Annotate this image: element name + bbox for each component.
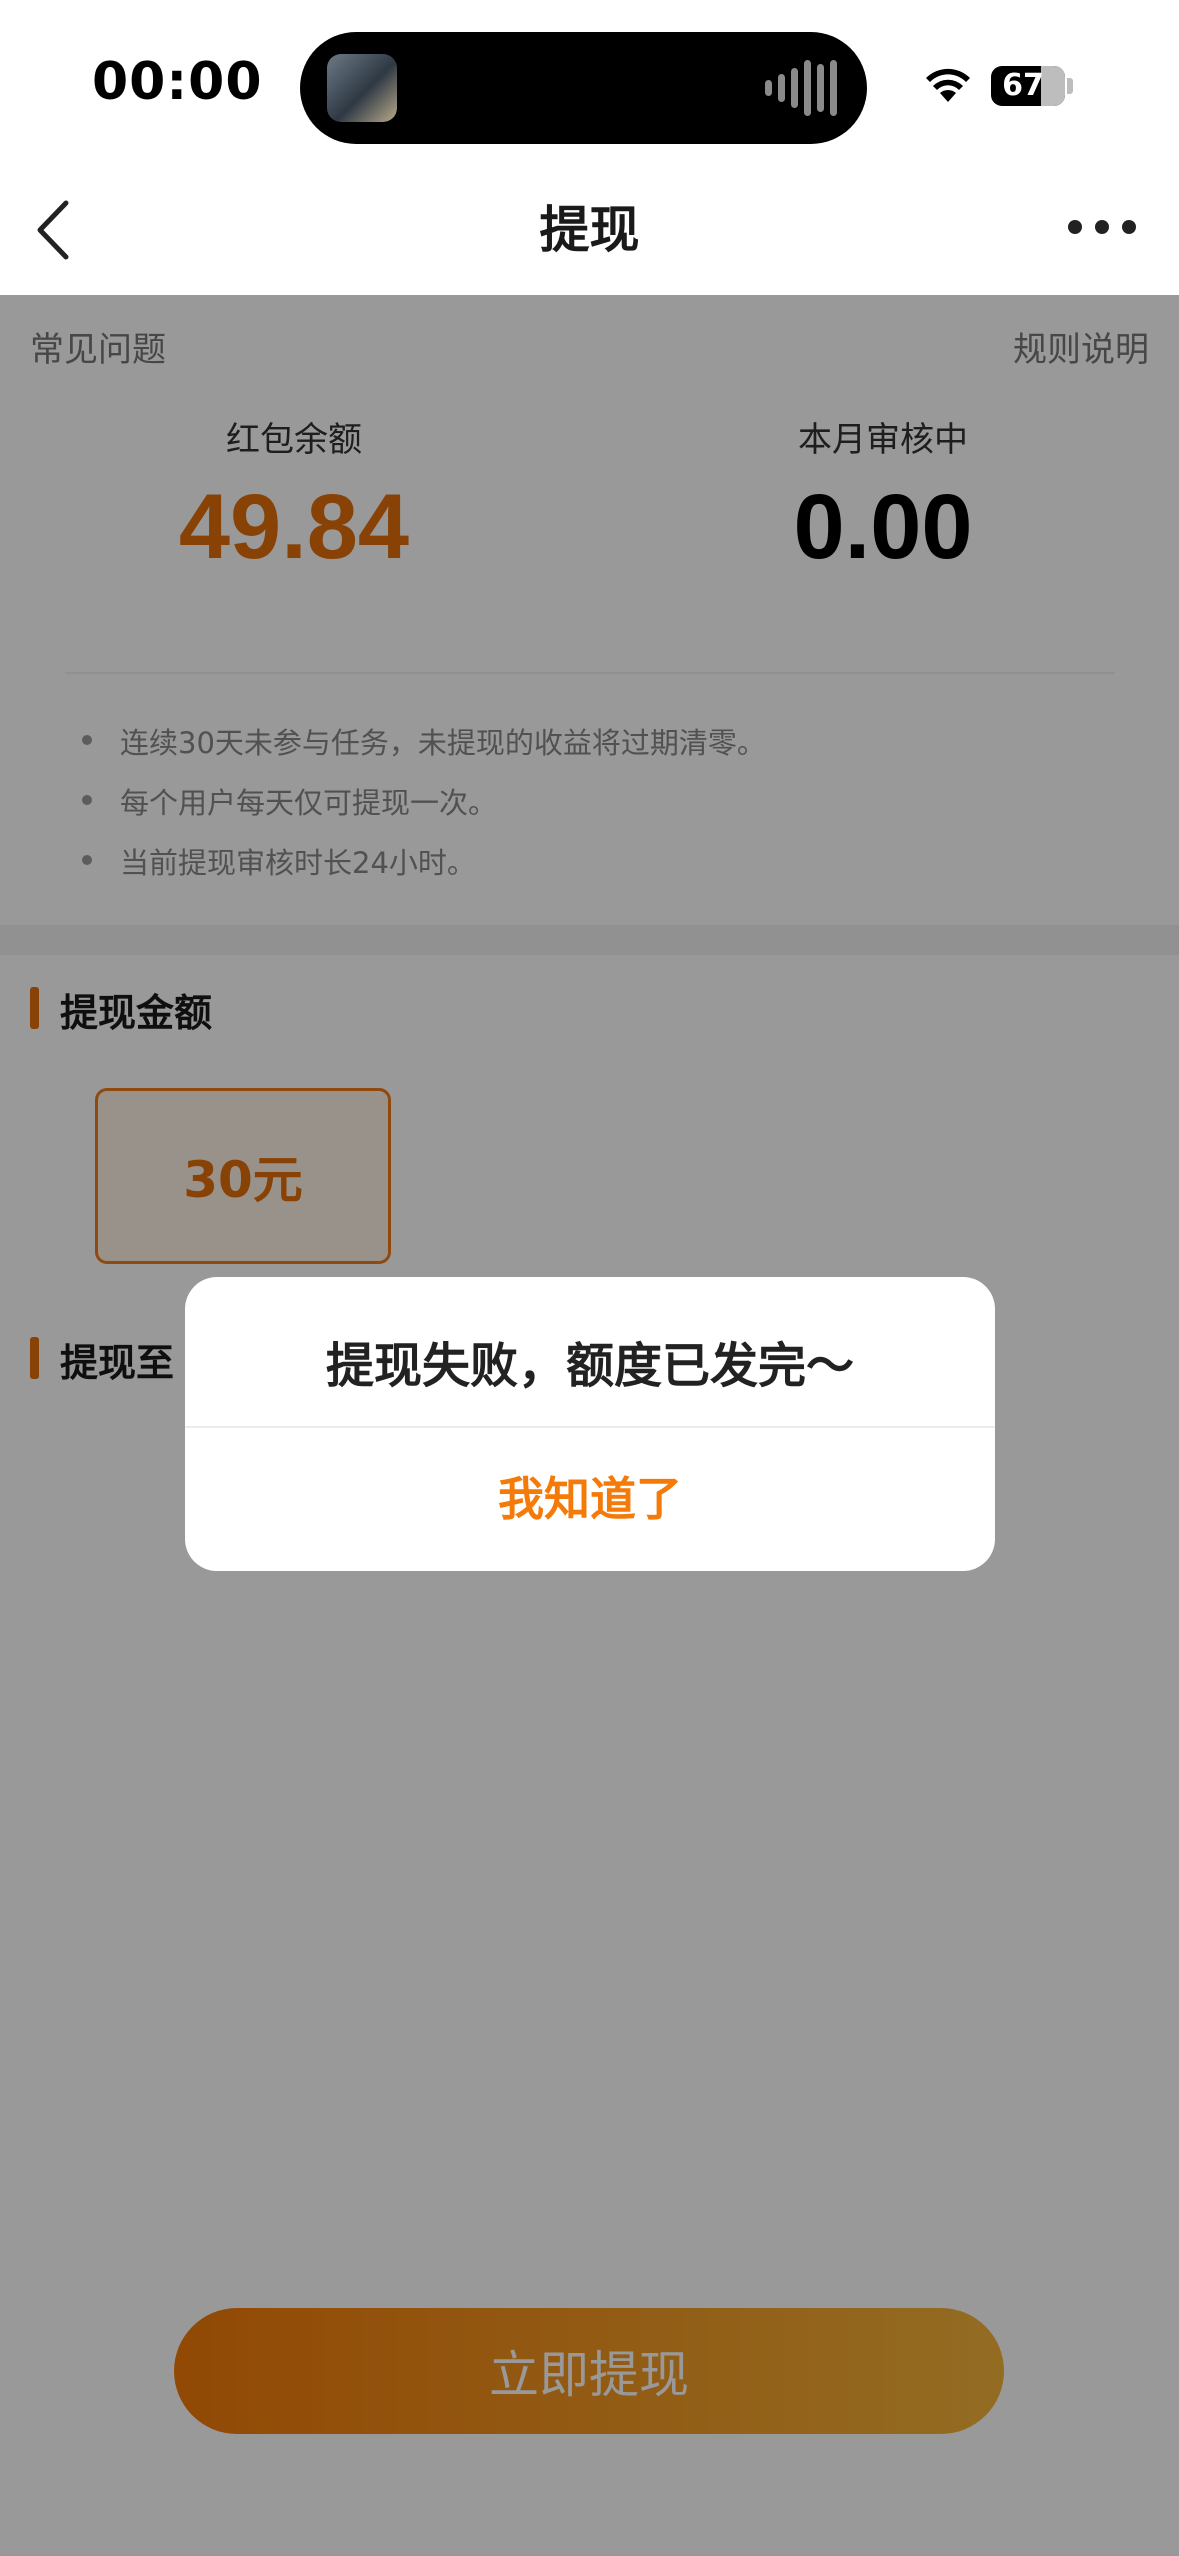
wifi-icon (926, 68, 970, 102)
dialog-confirm-button[interactable]: 我知道了 (185, 1428, 995, 1571)
battery-level: 67 (1002, 68, 1044, 103)
dialog-message: 提现失败，额度已发完～ (325, 1338, 854, 1394)
ellipsis-icon (1068, 220, 1082, 234)
alert-dialog: 提现失败，额度已发完～ 我知道了 (185, 1277, 995, 1571)
now-playing-thumbnail (327, 54, 397, 122)
battery-icon: 67 (991, 66, 1065, 106)
status-time: 00:00 (92, 52, 263, 112)
more-menu-button[interactable] (1068, 220, 1136, 234)
page-title: 提现 (539, 201, 640, 259)
dynamic-island[interactable] (300, 32, 867, 144)
audio-waveform-icon (765, 60, 837, 116)
battery-cap (1067, 78, 1073, 94)
